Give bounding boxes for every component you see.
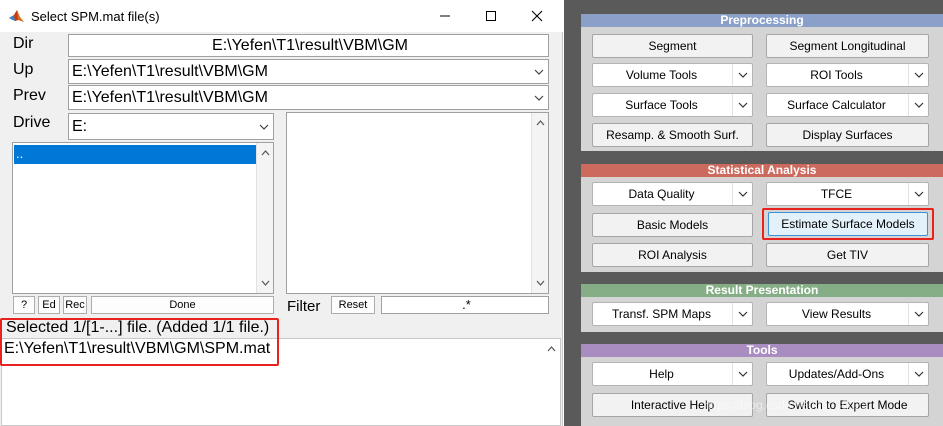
- view-results-dropdown[interactable]: View Results: [766, 302, 929, 326]
- transf-spm-maps-label: Transf. SPM Maps: [612, 307, 711, 321]
- list-item[interactable]: ..: [14, 145, 256, 164]
- chevron-down-icon[interactable]: [908, 183, 928, 205]
- surface-tools-dropdown[interactable]: Surface Tools: [592, 93, 753, 117]
- file-list-scrollbar[interactable]: [531, 113, 548, 293]
- statistical-analysis-title: Statistical Analysis: [707, 163, 817, 177]
- drive-label: Drive: [13, 114, 51, 131]
- watermark: https://blog.csdn.net/qq_39023: [704, 398, 869, 412]
- chevron-down-icon[interactable]: [530, 60, 548, 83]
- chevron-down-icon[interactable]: [732, 363, 752, 385]
- roi-tools-dropdown[interactable]: ROI Tools: [766, 63, 929, 87]
- directory-list-scrollbar[interactable]: [256, 143, 273, 293]
- file-list[interactable]: [286, 112, 549, 294]
- ed-button[interactable]: Ed: [38, 296, 60, 314]
- title-bar[interactable]: Select SPM.mat file(s): [0, 0, 563, 32]
- dir-field[interactable]: E:\Yefen\T1\result\VBM\GM: [68, 34, 549, 57]
- prev-value: E:\Yefen\T1\result\VBM\GM: [72, 89, 268, 106]
- filter-input[interactable]: .*: [381, 296, 549, 314]
- tfce-dropdown[interactable]: TFCE: [766, 182, 929, 206]
- tfce-label: TFCE: [820, 187, 853, 201]
- dir-value: E:\Yefen\T1\result\VBM\GM: [212, 37, 408, 54]
- preprocessing-section: Preprocessing Segment Segment Longitudin…: [581, 14, 943, 151]
- chevron-down-icon[interactable]: [257, 275, 273, 291]
- selected-files-scrollbar[interactable]: [543, 339, 560, 425]
- segment-longitudinal-button[interactable]: Segment Longitudinal: [766, 34, 929, 58]
- surface-calculator-label: Surface Calculator: [787, 98, 886, 112]
- statistical-analysis-header: Statistical Analysis: [581, 164, 943, 177]
- result-presentation-header: Result Presentation: [581, 284, 943, 297]
- segment-button[interactable]: Segment: [592, 34, 753, 58]
- cat12-panel: Preprocessing Segment Segment Longitudin…: [564, 0, 943, 426]
- result-presentation-section: Result Presentation Transf. SPM Maps Vie…: [581, 284, 943, 332]
- data-quality-dropdown[interactable]: Data Quality: [592, 182, 753, 206]
- volume-tools-dropdown[interactable]: Volume Tools: [592, 63, 753, 87]
- view-results-label: View Results: [801, 307, 872, 321]
- tools-section: Tools Help Updates/Add-Ons Interactive H…: [581, 344, 943, 426]
- preprocessing-title: Preprocessing: [720, 13, 804, 27]
- updates-label: Updates/Add-Ons: [788, 367, 885, 381]
- dir-label: Dir: [13, 35, 34, 52]
- prev-dropdown[interactable]: E:\Yefen\T1\result\VBM\GM: [68, 85, 549, 110]
- drive-value: E:: [72, 118, 88, 135]
- minimize-icon[interactable]: [422, 0, 468, 32]
- chevron-down-icon[interactable]: [732, 303, 752, 325]
- volume-tools-label: Volume Tools: [625, 68, 698, 82]
- highlight-box: [0, 318, 279, 366]
- drive-dropdown[interactable]: E:: [68, 113, 274, 140]
- chevron-down-icon[interactable]: [908, 363, 928, 385]
- roi-analysis-button[interactable]: ROI Analysis: [592, 243, 753, 267]
- help-dropdown[interactable]: Help: [592, 362, 753, 386]
- data-quality-label: Data Quality: [628, 187, 695, 201]
- chevron-up-icon[interactable]: [532, 115, 548, 131]
- close-icon[interactable]: [514, 0, 560, 32]
- help-label: Help: [649, 367, 674, 381]
- chevron-down-icon[interactable]: [732, 183, 752, 205]
- chevron-down-icon[interactable]: [908, 94, 928, 116]
- done-button[interactable]: Done: [91, 296, 274, 314]
- surface-tools-label: Surface Tools: [625, 98, 698, 112]
- tools-title: Tools: [746, 343, 778, 357]
- chevron-down-icon[interactable]: [732, 64, 752, 86]
- select-file-dialog: Select SPM.mat file(s) Dir E:\Yefen\T1\r…: [0, 0, 563, 426]
- filter-value: .*: [462, 297, 471, 312]
- help-button[interactable]: ?: [13, 296, 35, 314]
- chevron-down-icon[interactable]: [532, 275, 548, 291]
- prev-label: Prev: [13, 87, 46, 104]
- filter-label: Filter: [287, 298, 321, 315]
- display-surfaces-button[interactable]: Display Surfaces: [766, 123, 929, 147]
- up-value: E:\Yefen\T1\result\VBM\GM: [72, 63, 268, 80]
- up-dropdown[interactable]: E:\Yefen\T1\result\VBM\GM: [68, 59, 549, 84]
- transf-spm-maps-dropdown[interactable]: Transf. SPM Maps: [592, 302, 753, 326]
- chevron-down-icon[interactable]: [255, 114, 273, 139]
- updates-dropdown[interactable]: Updates/Add-Ons: [766, 362, 929, 386]
- chevron-down-icon[interactable]: [732, 94, 752, 116]
- directory-list[interactable]: ..: [12, 142, 274, 294]
- chevron-down-icon[interactable]: [908, 64, 928, 86]
- matlab-icon: [8, 8, 25, 24]
- highlight-box: [762, 208, 934, 240]
- reset-button[interactable]: Reset: [331, 296, 375, 314]
- chevron-down-icon[interactable]: [908, 303, 928, 325]
- resamp-smooth-button[interactable]: Resamp. & Smooth Surf.: [592, 123, 753, 147]
- up-label: Up: [13, 61, 34, 78]
- surface-calculator-dropdown[interactable]: Surface Calculator: [766, 93, 929, 117]
- roi-tools-label: ROI Tools: [810, 68, 863, 82]
- result-presentation-title: Result Presentation: [705, 283, 819, 297]
- chevron-up-icon[interactable]: [257, 145, 273, 161]
- basic-models-button[interactable]: Basic Models: [592, 213, 753, 237]
- dialog-title: Select SPM.mat file(s): [31, 9, 160, 24]
- preprocessing-header: Preprocessing: [581, 14, 943, 27]
- chevron-up-icon[interactable]: [543, 341, 559, 357]
- rec-button[interactable]: Rec: [63, 296, 87, 314]
- get-tiv-button[interactable]: Get TIV: [766, 243, 929, 267]
- tools-header: Tools: [581, 344, 943, 357]
- maximize-icon[interactable]: [468, 0, 514, 32]
- statistical-analysis-section: Statistical Analysis Data Quality TFCE B…: [581, 164, 943, 272]
- chevron-down-icon[interactable]: [530, 86, 548, 109]
